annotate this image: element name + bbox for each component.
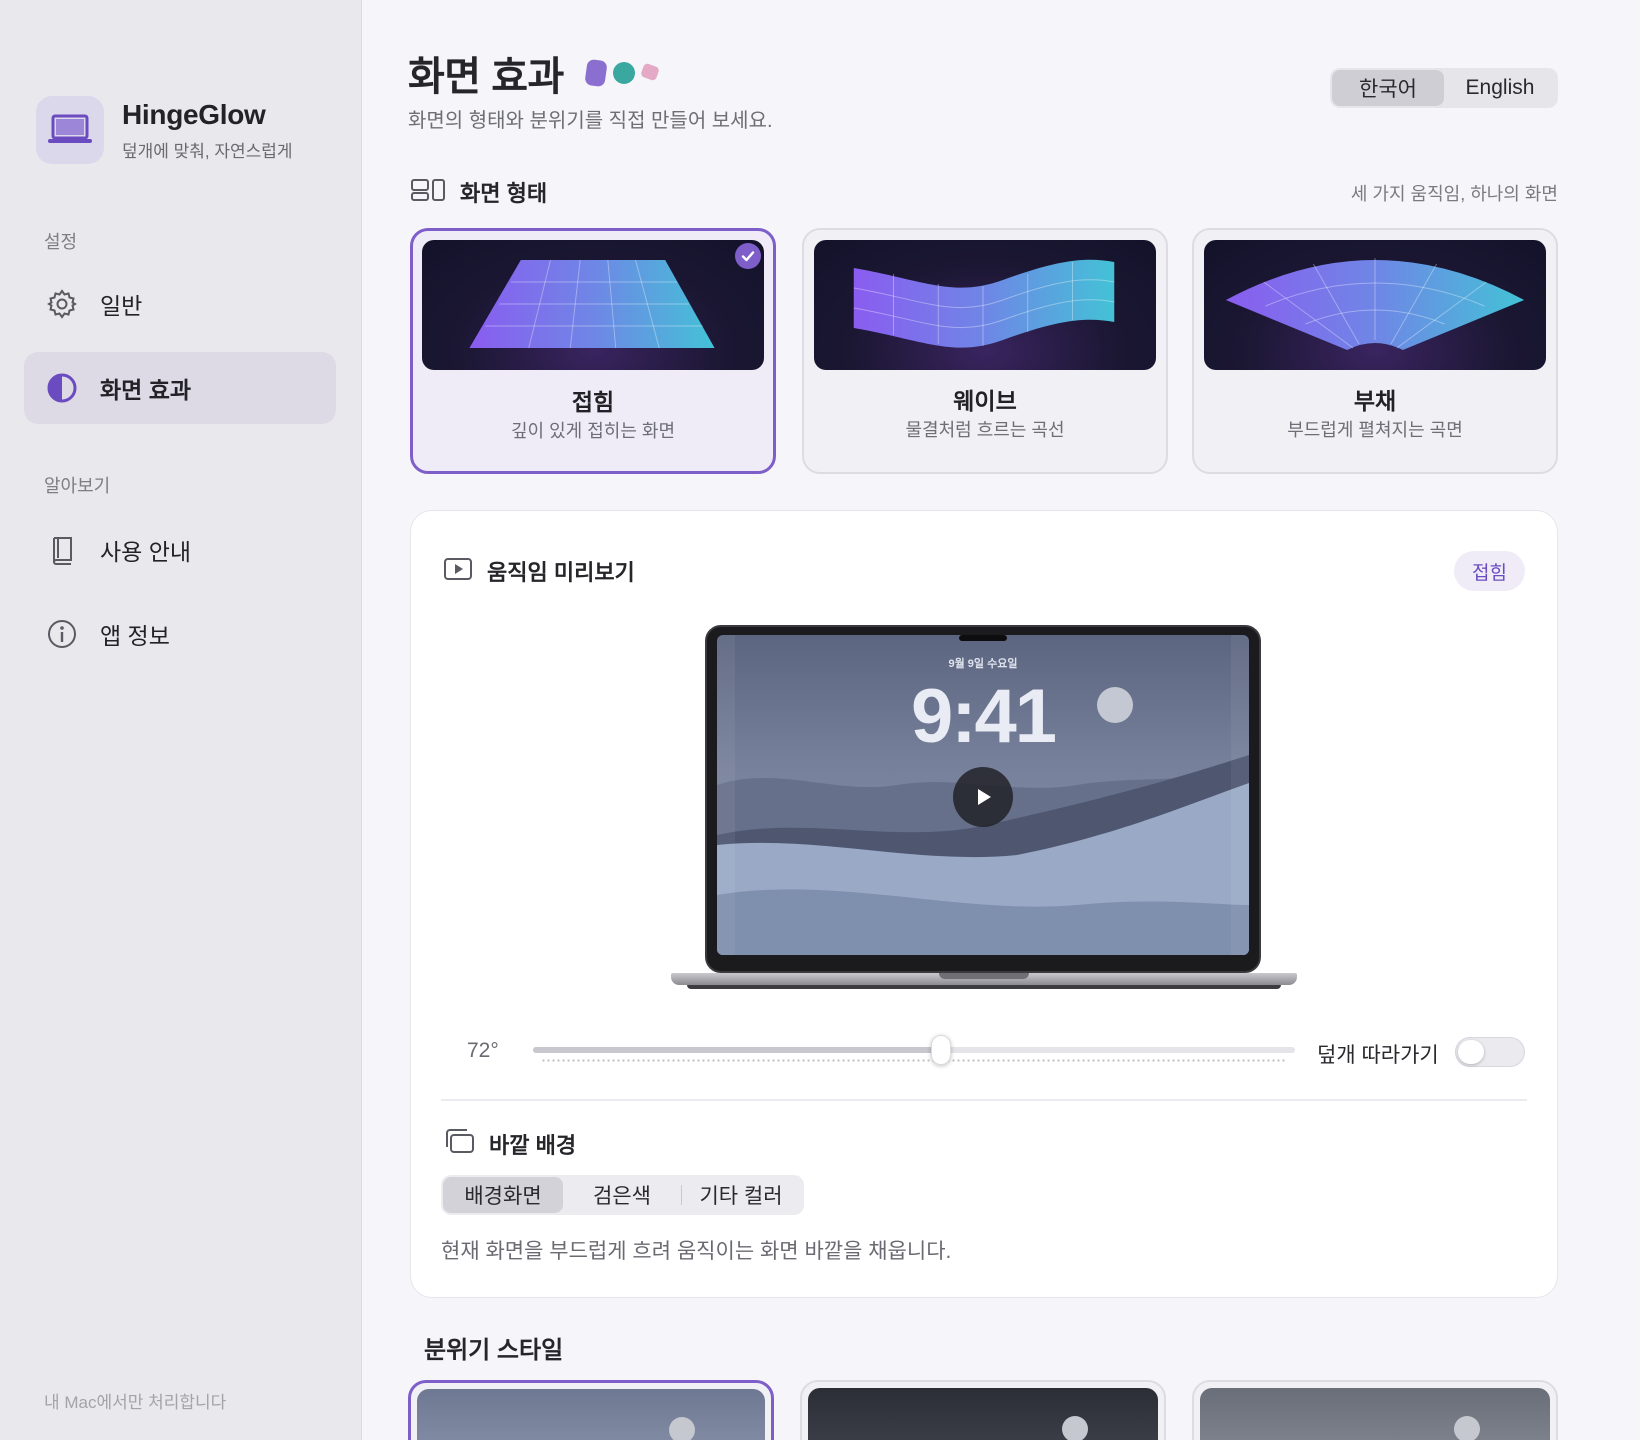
section-title: 움직임 미리보기 (487, 560, 635, 585)
bg-option-other-color[interactable]: 기타 컬러 (682, 1177, 800, 1213)
lockscreen-date: 9월 9일 수요일 (948, 658, 1018, 670)
laptop-icon (36, 96, 104, 164)
mood-card-2[interactable] (800, 1380, 1166, 1440)
mood-section-title: 분위기 스타일 (424, 1337, 564, 1364)
preview-panel: 움직임 미리보기 접힘 9월 9일 수요일 9:41 72° 덮개 따라가기 바… (410, 510, 1558, 1298)
shape-card-fold[interactable]: 접힘 깊이 있게 접히는 화면 (410, 228, 776, 474)
sidebar-item-label: 일반 (100, 293, 143, 319)
preview-header: 움직임 미리보기 (443, 555, 635, 587)
shape-section-header: 화면 형태 (410, 176, 547, 208)
laptop-base-notch (939, 973, 1029, 979)
lockscreen-time: 9:41 (910, 674, 1057, 759)
moon-icon (669, 1417, 695, 1440)
slider-fill (533, 1047, 941, 1053)
section-label-settings: 설정 (44, 232, 78, 252)
section-title: 화면 형태 (460, 181, 548, 206)
page-subtitle: 화면의 형태와 분위기를 직접 만들어 보세요. (408, 110, 773, 132)
shape-card-fan[interactable]: 부채 부드럽게 펼쳐지는 곡면 (1192, 228, 1558, 474)
follow-lid-toggle[interactable] (1455, 1037, 1525, 1067)
shape-badge: 접힘 (1454, 551, 1525, 591)
laptop-screen: 9월 9일 수요일 9:41 (717, 635, 1249, 955)
shape-name: 접힘 (571, 389, 615, 415)
outer-bg-segmented-control: 배경화면 검은색 기타 컬러 (441, 1175, 804, 1215)
shape-desc: 부드럽게 펼쳐지는 곡면 (1287, 420, 1463, 440)
section-label-learn: 알아보기 (44, 476, 111, 496)
bg-option-wallpaper[interactable]: 배경화면 (443, 1177, 563, 1213)
sidebar: HingeGlow 덮개에 맞춰, 자연스럽게 설정 일반 화면 효과 알아보기 (0, 0, 362, 1440)
main-content: 화면 효과 화면의 형태와 분위기를 직접 만들어 보세요. 한국어 Engli… (362, 0, 1640, 1440)
mood-card-1[interactable] (408, 1380, 774, 1440)
sidebar-item-general[interactable]: 일반 (24, 268, 336, 340)
divider (441, 1099, 1527, 1101)
app-tagline: 덮개에 맞춰, 자연스럽게 (122, 141, 293, 161)
wave-thumbnail (814, 240, 1156, 370)
screens-icon (410, 177, 446, 208)
language-option-english[interactable]: English (1444, 70, 1556, 106)
mood-card-3[interactable] (1192, 1380, 1558, 1440)
laptop-lid: 9월 9일 수요일 9:41 (705, 625, 1261, 973)
fan-thumbnail (1204, 240, 1546, 370)
sidebar-item-label: 화면 효과 (100, 377, 192, 403)
hinge-angle-value: 72° (467, 1039, 499, 1062)
shape-name: 웨이브 (953, 388, 1017, 414)
sidebar-item-app-info[interactable]: 앱 정보 (24, 598, 336, 670)
outer-bg-description: 현재 화면을 부드럽게 흐려 움직이는 화면 바깥을 채웁니다. (441, 1240, 952, 1263)
sidebar-item-screen-effects[interactable]: 화면 효과 (24, 352, 336, 424)
page-title-row: 화면 효과 (408, 44, 662, 102)
shape-section-note: 세 가지 움직임, 하나의 화면 (1350, 184, 1558, 204)
gear-icon (46, 288, 78, 320)
laptop-preview: 9월 9일 수요일 9:41 (671, 625, 1297, 997)
sidebar-item-label: 앱 정보 (100, 623, 170, 649)
shape-card-wave[interactable]: 웨이브 물결처럼 흐르는 곡선 (802, 228, 1168, 474)
app-brand: HingeGlow 덮개에 맞춰, 자연스럽게 (36, 96, 293, 164)
play-button[interactable] (953, 767, 1013, 827)
language-option-korean[interactable]: 한국어 (1332, 70, 1444, 106)
shape-desc: 물결처럼 흐르는 곡선 (905, 420, 1065, 440)
info-icon (46, 618, 78, 650)
camera-notch (959, 635, 1007, 641)
section-title: 바깥 배경 (489, 1132, 577, 1158)
page-title: 화면 효과 (408, 55, 564, 99)
laptop-base-shadow (687, 985, 1281, 989)
outer-bg-header: 바깥 배경 (443, 1127, 576, 1160)
moon-icon (1454, 1416, 1480, 1440)
privacy-note: 내 Mac에서만 처리합니다 (44, 1393, 227, 1412)
app-name: HingeGlow (122, 98, 266, 130)
moon-icon (1062, 1416, 1088, 1440)
language-switch: 한국어 English (1330, 68, 1558, 108)
play-box-icon (443, 556, 473, 587)
slider-thumb[interactable] (930, 1035, 951, 1065)
checkmark-icon (735, 243, 761, 269)
mood-thumbnail (808, 1388, 1158, 1440)
hinge-angle-slider[interactable] (533, 1035, 1295, 1065)
shape-desc: 깊이 있게 접히는 화면 (510, 421, 676, 441)
color-dots-icon (584, 58, 662, 88)
follow-lid-label: 덮개 따라가기 (1317, 1044, 1439, 1067)
book-icon (46, 534, 78, 566)
moon-icon (1097, 687, 1133, 723)
fold-thumbnail (422, 240, 764, 370)
shape-name: 부채 (1353, 388, 1397, 414)
sidebar-item-guide[interactable]: 사용 안내 (24, 514, 336, 586)
mood-thumbnail (417, 1389, 765, 1440)
bg-option-black[interactable]: 검은색 (563, 1177, 681, 1213)
contrast-icon (46, 372, 78, 404)
toggle-knob (1458, 1040, 1484, 1064)
slider-ticks (541, 1059, 1287, 1062)
mood-thumbnail (1200, 1388, 1550, 1440)
layers-icon (443, 1127, 475, 1160)
sidebar-item-label: 사용 안내 (100, 539, 192, 565)
